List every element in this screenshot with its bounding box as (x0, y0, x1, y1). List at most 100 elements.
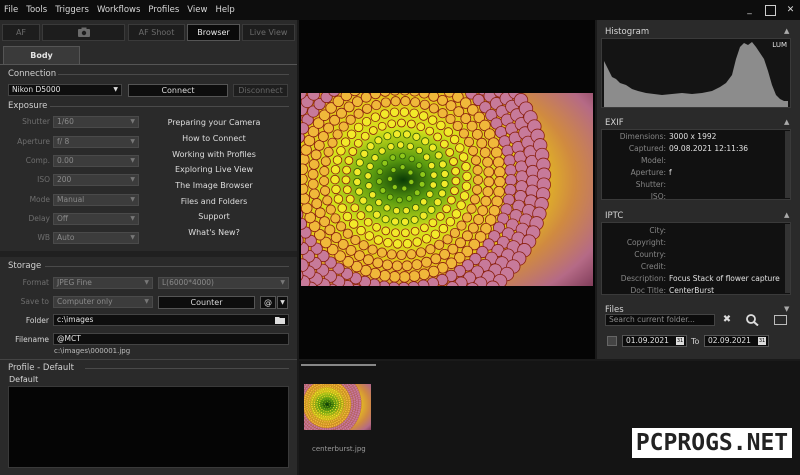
camera-icon (77, 27, 90, 37)
exif-value: 3000 x 1992 (669, 132, 717, 141)
clear-search-icon[interactable]: ✖ (719, 314, 735, 326)
at-button[interactable]: @ (260, 296, 276, 309)
chevron-down-icon: ▼ (130, 157, 135, 164)
format-select[interactable]: JPEG Fine ▼ (53, 277, 153, 289)
chevron-down-icon: ▼ (130, 234, 135, 241)
tab-camera[interactable] (42, 24, 125, 41)
exif-scrollbar[interactable] (785, 131, 790, 198)
aperture-select[interactable]: f/ 8 ▼ (53, 136, 139, 148)
thumbnail-selection-indicator (301, 364, 376, 366)
exposure-heading: Exposure (8, 101, 48, 111)
date-to-input[interactable]: 02.09.2021 31 (704, 335, 769, 347)
folder-input[interactable]: c:\images (53, 314, 289, 326)
link-preparing-camera[interactable]: Preparing your Camera (155, 118, 273, 127)
delay-value: Off (57, 214, 69, 223)
mode-select[interactable]: Manual ▼ (53, 194, 139, 206)
delay-select[interactable]: Off ▼ (53, 213, 139, 225)
menu-workflows[interactable]: Workflows (93, 5, 144, 15)
main-photo[interactable] (301, 93, 593, 286)
exif-value: f (669, 168, 672, 177)
wb-value: Auto (57, 233, 75, 242)
tab-af-shoot[interactable]: AF Shoot (128, 24, 185, 41)
files-search-input[interactable]: Search current folder... (605, 314, 715, 326)
filename-input[interactable]: @MCT (53, 333, 289, 345)
camera-select-value: Nikon D5000 (12, 85, 61, 94)
search-icon[interactable] (745, 314, 759, 326)
chevron-up-icon[interactable]: ▲ (784, 211, 789, 219)
chevron-up-icon[interactable]: ▲ (784, 27, 789, 35)
histogram-heading: Histogram (605, 27, 650, 37)
menu-tools[interactable]: Tools (22, 5, 51, 15)
menu-triggers[interactable]: Triggers (51, 5, 93, 15)
size-select[interactable]: L(6000*4000) ▼ (158, 277, 289, 289)
chevron-up-icon[interactable]: ▲ (784, 118, 789, 126)
menu-help[interactable]: Help (211, 5, 238, 15)
link-how-to-connect[interactable]: How to Connect (155, 134, 273, 143)
connect-button[interactable]: Connect (128, 84, 228, 97)
wb-select[interactable]: Auto ▼ (53, 232, 139, 244)
tab-browser[interactable]: Browser (187, 24, 240, 41)
storage-heading: Storage (8, 261, 42, 271)
date-from-value: 01.09.2021 (626, 336, 669, 345)
aperture-value: f/ 8 (57, 137, 70, 146)
counter-button[interactable]: Counter (158, 296, 255, 309)
profile-name: Default (9, 375, 39, 384)
iptc-scrollbar[interactable] (785, 224, 790, 293)
at-dropdown[interactable]: ▼ (277, 296, 288, 309)
iso-select[interactable]: 200 ▼ (53, 174, 139, 186)
date-filter-checkbox[interactable] (607, 336, 617, 346)
delay-label: Delay (28, 214, 50, 223)
minimize-button[interactable]: _ (744, 5, 755, 16)
close-button[interactable]: ✕ (785, 5, 796, 16)
shutter-select[interactable]: 1/60 ▼ (53, 116, 139, 128)
chevron-down-icon: ▼ (130, 176, 135, 183)
exif-key: Dimensions: (619, 132, 666, 141)
tab-af[interactable]: AF (2, 24, 40, 41)
date-to-value: 02.09.2021 (708, 336, 751, 345)
disconnect-button[interactable]: Disconnect (233, 84, 288, 97)
histogram-graph (604, 42, 788, 107)
iso-value: 200 (57, 175, 72, 184)
exif-key: Model: (640, 156, 666, 165)
link-working-with-profiles[interactable]: Working with Profiles (155, 150, 273, 159)
chevron-down-icon: ▼ (280, 279, 285, 286)
date-from-input[interactable]: 01.09.2021 31 (622, 335, 687, 347)
menu-view[interactable]: View (183, 5, 211, 15)
chevron-down-icon: ▼ (130, 138, 135, 145)
exif-heading: EXIF (605, 118, 624, 128)
chevron-down-icon: ▼ (280, 299, 285, 306)
watermark-logo: PCPROGS.NET (632, 428, 792, 458)
date-to-label: To (691, 337, 700, 346)
chevron-down-icon: ▼ (130, 215, 135, 222)
view-toggle-icon[interactable] (774, 315, 787, 325)
folder-icon[interactable] (275, 316, 285, 324)
menu-file[interactable]: File (0, 5, 22, 15)
calendar-icon[interactable]: 31 (676, 337, 684, 345)
histogram-channel: LUM (772, 41, 787, 49)
iptc-key: City: (649, 226, 666, 235)
link-whats-new[interactable]: What's New? (155, 228, 273, 237)
aperture-label: Aperture (17, 137, 50, 146)
format-label: Format (22, 278, 49, 287)
maximize-button[interactable] (765, 5, 776, 16)
tab-body[interactable]: Body (3, 46, 80, 64)
shutter-value: 1/60 (57, 117, 74, 126)
link-support[interactable]: Support (155, 212, 273, 221)
exif-key: Aperture: (630, 168, 666, 177)
tab-live-view[interactable]: Live View (242, 24, 295, 41)
comp-value: 0.00 (57, 156, 74, 165)
link-image-browser[interactable]: The Image Browser (155, 181, 273, 190)
comp-select[interactable]: 0.00 ▼ (53, 155, 139, 167)
chevron-down-icon[interactable]: ▼ (784, 305, 789, 313)
calendar-icon[interactable]: 31 (758, 337, 766, 345)
iptc-heading: IPTC (605, 211, 624, 221)
saveto-select[interactable]: Computer only ▼ (53, 296, 153, 308)
link-exploring-live-view[interactable]: Exploring Live View (155, 165, 273, 174)
profile-list[interactable] (8, 386, 289, 468)
link-files-and-folders[interactable]: Files and Folders (155, 197, 273, 206)
iptc-key: Copyright: (626, 238, 666, 247)
iptc-key: Doc Title: (630, 286, 666, 295)
menu-profiles[interactable]: Profiles (144, 5, 183, 15)
thumbnail-image[interactable] (304, 384, 371, 430)
camera-select[interactable]: Nikon D5000 ▼ (8, 84, 122, 96)
